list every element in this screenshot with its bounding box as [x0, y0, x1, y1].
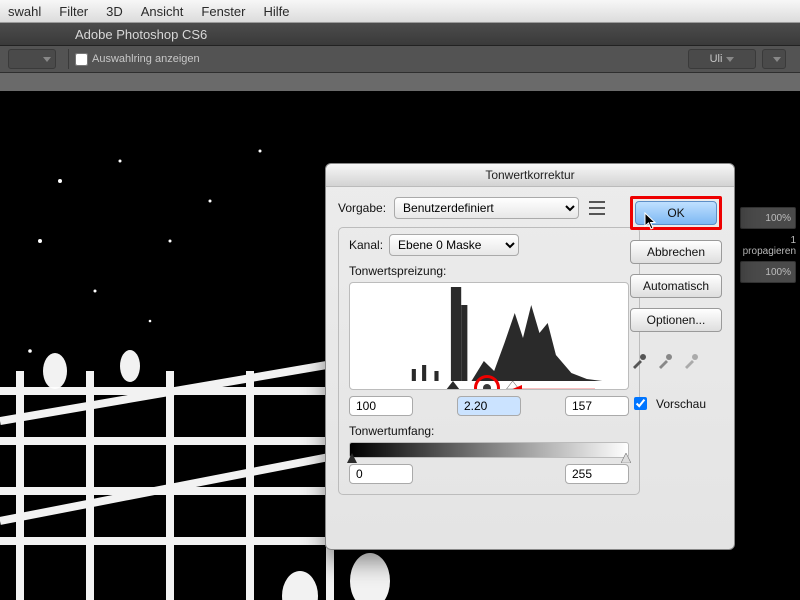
dialog-title: Tonwertkorrektur — [326, 164, 734, 187]
checkbox[interactable] — [634, 397, 647, 410]
channel-group: Kanal: Ebene 0 Maske Tonwertspreizung: — [338, 227, 640, 495]
app-title: Adobe Photoshop CS6 — [75, 27, 207, 42]
channel-label: Kanal: — [349, 238, 383, 252]
fill-field[interactable]: 100% — [740, 261, 796, 283]
menu-item[interactable]: 3D — [106, 4, 123, 19]
gray-eyedropper-icon[interactable] — [656, 352, 674, 370]
menu-item[interactable]: Hilfe — [263, 4, 289, 19]
output-high-input[interactable] — [565, 464, 629, 484]
preset-menu-icon[interactable] — [589, 201, 605, 215]
ok-button[interactable]: OK — [635, 201, 717, 225]
panels-column: 100% 1 propagieren 100% — [740, 203, 800, 283]
separator — [68, 49, 69, 69]
menu-item[interactable]: Filter — [59, 4, 88, 19]
menu-item[interactable]: swahl — [8, 4, 41, 19]
preset-label: Vorgabe: — [338, 201, 386, 215]
preset-dropdown[interactable]: Benutzerdefiniert — [394, 197, 579, 219]
annotation-arrow — [510, 382, 629, 390]
output-low-input[interactable] — [349, 464, 413, 484]
eyedropper-group — [630, 352, 722, 370]
workspace: 100% 1 propagieren 100% Tonwertkorrektur… — [0, 73, 800, 600]
annotation-ok-highlight: OK — [630, 196, 722, 230]
shadow-input[interactable] — [349, 396, 413, 416]
user-name: Uli — [710, 53, 723, 65]
app-title-bar: Adobe Photoshop CS6 — [0, 23, 800, 46]
highlight-input[interactable] — [565, 396, 629, 416]
workspace-menu[interactable] — [762, 49, 786, 69]
checkbox[interactable] — [75, 53, 88, 66]
cancel-button[interactable]: Abbrechen — [630, 240, 722, 264]
output-gradient[interactable] — [349, 442, 629, 458]
opacity-field[interactable]: 100% — [740, 207, 796, 229]
black-eyedropper-icon[interactable] — [630, 352, 648, 370]
tool-preset-dropdown[interactable] — [8, 49, 56, 69]
document-tab-strip — [0, 73, 800, 92]
show-selection-ring-checkbox[interactable]: Auswahlring anzeigen — [75, 53, 200, 66]
output-levels-label: Tonwertumfang: — [349, 424, 629, 438]
preview-checkbox[interactable]: Vorschau — [630, 394, 722, 413]
macos-menubar: swahl Filter 3D Ansicht Fenster Hilfe — [0, 0, 800, 23]
histogram[interactable] — [349, 282, 629, 390]
options-bar: Auswahlring anzeigen Uli — [0, 46, 800, 73]
white-eyedropper-icon[interactable] — [682, 352, 700, 370]
auto-button[interactable]: Automatisch — [630, 274, 722, 298]
levels-dialog: Tonwertkorrektur Vorgabe: Benutzerdefini… — [325, 163, 735, 550]
gamma-input[interactable] — [457, 396, 521, 416]
checkbox-label: Auswahlring anzeigen — [92, 53, 200, 65]
menu-item[interactable]: Ansicht — [141, 4, 184, 19]
propagate-label: 1 propagieren — [740, 235, 796, 257]
channel-dropdown[interactable]: Ebene 0 Maske — [389, 234, 519, 256]
user-menu[interactable]: Uli — [688, 49, 756, 69]
input-levels-label: Tonwertspreizung: — [349, 264, 629, 278]
menu-item[interactable]: Fenster — [201, 4, 245, 19]
options-button[interactable]: Optionen... — [630, 308, 722, 332]
preview-label: Vorschau — [656, 397, 706, 411]
